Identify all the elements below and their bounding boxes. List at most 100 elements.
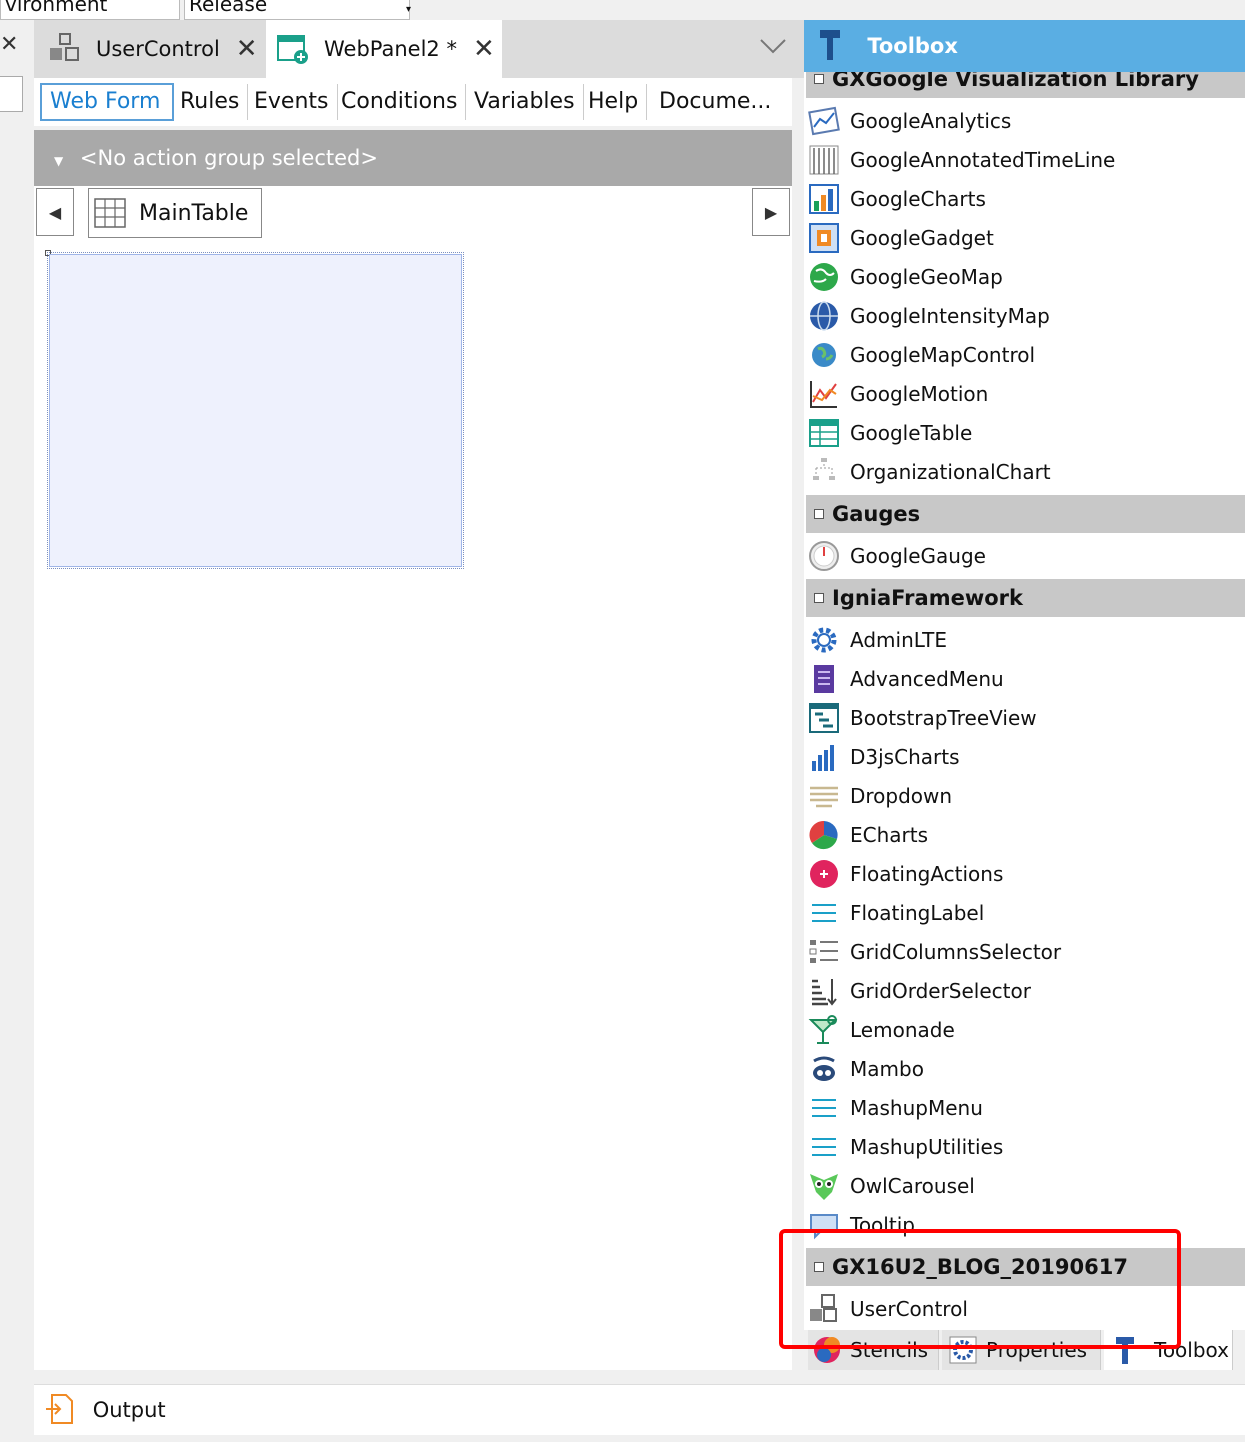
collapse-icon[interactable]	[814, 509, 824, 519]
tree-view-icon	[809, 703, 839, 733]
google-motion-icon	[810, 381, 837, 408]
tab-rules[interactable]: Rules	[172, 84, 249, 120]
lemonade-glass-icon	[808, 1015, 838, 1044]
toolbox-item-label: BootstrapTreeView	[850, 706, 1037, 730]
globe-green-icon	[810, 263, 838, 291]
toolbox-item[interactable]: GoogleGadget	[808, 219, 994, 257]
maintable-breadcrumb[interactable]: MainTable	[88, 188, 262, 238]
toolbox-item-label: GridColumnsSelector	[850, 940, 1062, 964]
toolbox-item[interactable]: FloatingActions	[808, 855, 1003, 893]
toolbox-item-label: OrganizationalChart	[850, 460, 1051, 484]
tab-usercontrol-label: UserControl	[96, 37, 220, 61]
toolbox-item[interactable]: OwlCarousel	[808, 1167, 975, 1205]
toolbox-item[interactable]: GridOrderSelector	[808, 972, 1031, 1010]
toolbox-item[interactable]: GoogleAnnotatedTimeLine	[808, 141, 1115, 179]
environment-combo[interactable]: vironment	[0, 0, 180, 20]
toolbox-item[interactable]: GridColumnsSelector	[808, 933, 1061, 971]
toolbox-item-label: Lemonade	[850, 1018, 955, 1042]
toolbox-item-label: GoogleTable	[850, 421, 973, 445]
action-group-bar[interactable]: ▼ <No action group selected>	[34, 130, 792, 186]
webpanel-icon	[277, 35, 308, 64]
release-combo[interactable]: Release	[184, 0, 410, 20]
toolbox-item-label: MashupUtilities	[850, 1135, 1004, 1159]
toolbox-item[interactable]: ECharts	[808, 816, 928, 854]
output-panel-tab[interactable]: Output	[34, 1384, 1245, 1435]
tab-webpanel2[interactable]: WebPanel2 * ✕	[266, 20, 502, 78]
maintable-label: MainTable	[139, 200, 249, 226]
toolbox-item[interactable]: BootstrapTreeView	[808, 699, 1037, 737]
google-annotated-timeline-icon	[809, 145, 839, 175]
editor-subtabs: Web Form Rules Events Conditions Variabl…	[34, 78, 792, 126]
toolbox-item[interactable]: GoogleGauge	[808, 537, 986, 575]
main-table-selection[interactable]	[47, 252, 464, 569]
collapse-icon[interactable]	[814, 74, 824, 84]
tab-webpanel2-label: WebPanel2 *	[324, 37, 457, 61]
toolbox-item-label: GridOrderSelector	[850, 979, 1031, 1003]
lines-icon	[812, 1099, 836, 1117]
toolbox-item-label: ECharts	[850, 823, 929, 847]
tab-usercontrol[interactable]: UserControl ✕	[48, 20, 266, 78]
category-igniaframework[interactable]: IgniaFramework	[806, 579, 1245, 617]
toolbox-item[interactable]: OrganizationalChart	[808, 453, 1051, 491]
release-dropdown-icon[interactable]: ▾	[406, 4, 411, 15]
toolbox-item[interactable]: Lemonade	[808, 1011, 955, 1049]
owl-icon	[810, 1174, 838, 1200]
scroll-right-button[interactable]: ▶	[752, 188, 790, 236]
scroll-left-button[interactable]: ◀	[36, 188, 74, 236]
toolbox-item[interactable]: AdminLTE	[808, 621, 947, 659]
bar-chart-icon	[812, 745, 834, 771]
toolbox-item[interactable]: AdvancedMenu	[808, 660, 1004, 698]
toolbox-item[interactable]: Dropdown	[808, 777, 952, 815]
toolbox-item[interactable]: GoogleGeoMap	[808, 258, 1003, 296]
tab-documentation[interactable]: Docume...	[651, 84, 779, 120]
tab-conditions[interactable]: Conditions	[333, 84, 467, 120]
tabs-overflow-chevron-icon[interactable]	[758, 32, 788, 62]
highlight-annotation	[779, 1229, 1181, 1349]
environment-label: vironment	[5, 0, 108, 16]
left-panel-strip	[0, 20, 34, 1442]
toolbox-item[interactable]: GoogleMapControl	[808, 336, 1035, 374]
toolbox-item[interactable]: MashupUtilities	[808, 1128, 1003, 1166]
toolbox-item[interactable]: GoogleMotion	[808, 375, 988, 413]
close-icon[interactable]: ✕	[473, 34, 495, 64]
lines-icon	[812, 904, 836, 922]
tab-help[interactable]: Help	[580, 84, 648, 120]
action-group-label: <No action group selected>	[79, 146, 378, 170]
toolbox-item-label: GoogleMapControl	[850, 343, 1036, 367]
category-gauges[interactable]: Gauges	[806, 495, 1245, 533]
toolbox-item[interactable]: GoogleTable	[808, 414, 972, 452]
action-group-arrow-icon: ▼	[54, 154, 64, 168]
toolbox-item-label: Dropdown	[850, 784, 953, 808]
toolbox-item[interactable]: MashupMenu	[808, 1089, 983, 1127]
toolbox-item[interactable]: D3jsCharts	[808, 738, 959, 776]
toolbox-item[interactable]: FloatingLabel	[808, 894, 984, 932]
plus-circle-icon	[810, 860, 838, 888]
toolbox-item[interactable]: GoogleCharts	[808, 180, 986, 218]
tab-web-form[interactable]: Web Form	[40, 83, 174, 121]
tab-variables[interactable]: Variables	[466, 84, 584, 120]
pie-chart-icon	[809, 820, 838, 850]
usercontrol-icon	[50, 33, 79, 61]
toolbox-item-label: FloatingLabel	[850, 901, 985, 925]
toolbox-item-label: AdvancedMenu	[850, 667, 1004, 691]
toolbox-item[interactable]: GoogleAnalytics	[808, 102, 1011, 140]
google-gadget-icon	[809, 223, 839, 253]
toolbox-item-label: AdminLTE	[850, 628, 947, 652]
toolbox-item[interactable]: Mambo	[808, 1050, 924, 1088]
table-grid-icon	[94, 198, 126, 228]
advanced-menu-icon	[814, 665, 834, 693]
tab-events[interactable]: Events	[246, 84, 338, 120]
category-label: GXGoogle Visualization Library	[832, 72, 1199, 91]
lines-icon	[812, 1138, 836, 1156]
collapse-icon[interactable]	[814, 593, 824, 603]
close-icon[interactable]: ✕	[236, 34, 258, 64]
output-icon	[46, 1394, 73, 1424]
mambo-icon	[813, 1056, 835, 1081]
left-close-icon[interactable]: ✕	[0, 32, 18, 57]
toolbox-item[interactable]: GoogleIntensityMap	[808, 297, 1050, 335]
category-gxgoogle-visualization[interactable]: GXGoogle Visualization Library	[806, 72, 1245, 98]
toolbox-list: GXGoogle Visualization Library GoogleAna…	[804, 72, 1245, 1370]
toolbox-item-label: Mambo	[850, 1057, 924, 1081]
toolbox-item-label: MashupMenu	[850, 1096, 983, 1120]
toolbox-item-label: GoogleGeoMap	[850, 265, 1003, 289]
